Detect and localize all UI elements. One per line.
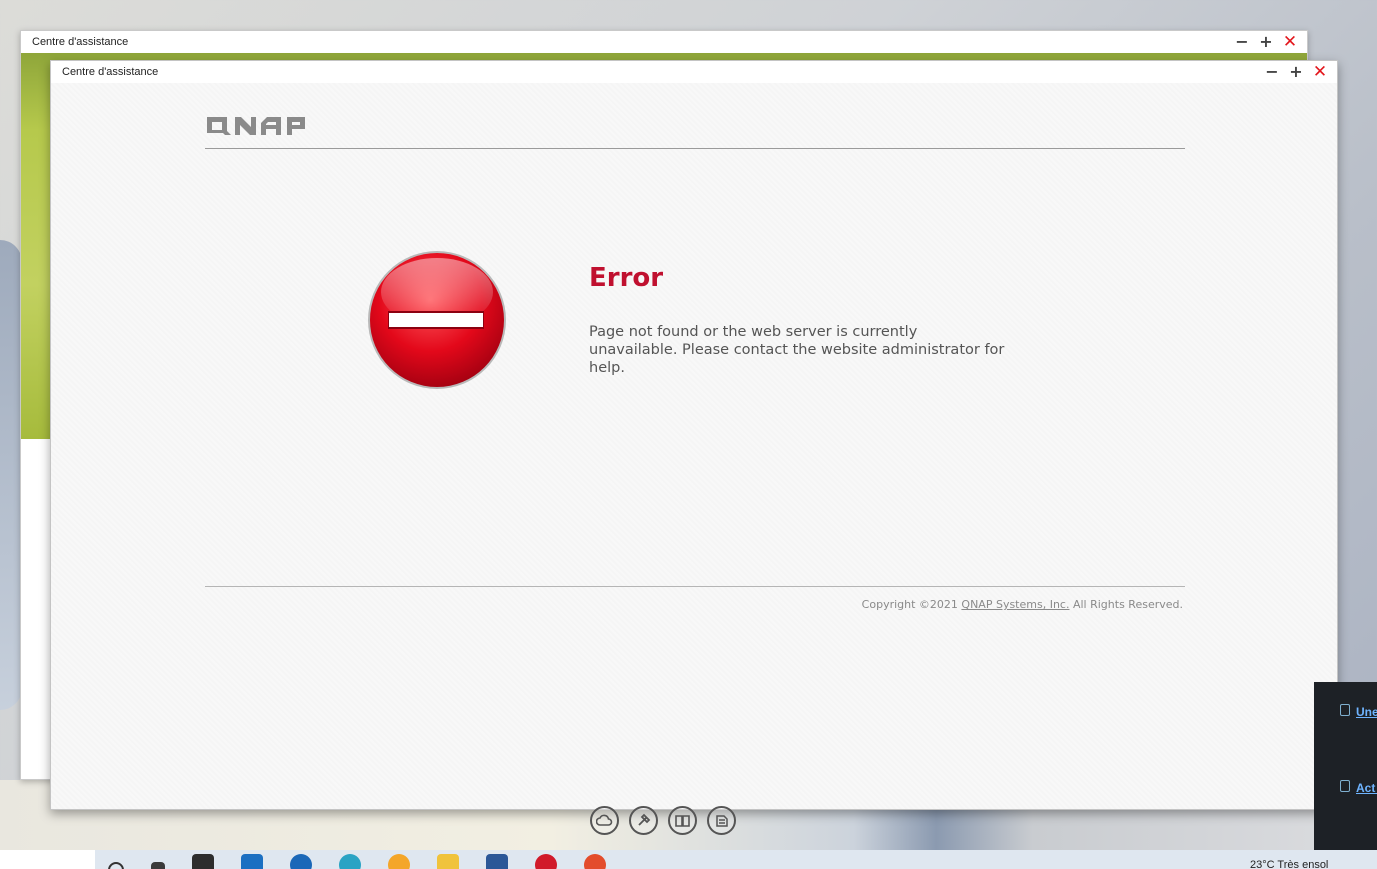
minimize-button[interactable]: − xyxy=(1233,33,1251,51)
copyright-suffix: All Rights Reserved. xyxy=(1069,598,1183,611)
mail-icon[interactable] xyxy=(241,854,263,869)
header-divider xyxy=(205,148,1185,149)
stop-error-icon xyxy=(368,251,506,389)
error-message: Page not found or the web server is curr… xyxy=(589,324,1005,376)
title-bar[interactable]: Centre d'assistance − + ✕ xyxy=(21,31,1307,53)
search-icon[interactable] xyxy=(108,862,124,869)
notes-icon[interactable] xyxy=(707,806,736,835)
notification-item[interactable]: Act ajo cor xyxy=(1340,780,1377,796)
window-title: Centre d'assistance xyxy=(62,66,159,78)
notification-icon xyxy=(1340,704,1350,716)
title-bar[interactable]: Centre d'assistance − + ✕ xyxy=(51,61,1337,83)
copyright-prefix: Copyright ©2021 xyxy=(861,598,962,611)
edge-icon[interactable] xyxy=(339,854,361,869)
notification-icon xyxy=(1340,780,1350,792)
close-button[interactable]: ✕ xyxy=(1281,33,1299,51)
taskbar-icons xyxy=(108,854,606,869)
close-button[interactable]: ✕ xyxy=(1311,63,1329,81)
weather-text[interactable]: 23°C Très ensol xyxy=(1250,859,1328,869)
photos-icon[interactable] xyxy=(388,854,410,869)
taskbar-search-box[interactable] xyxy=(0,850,95,869)
qnap-logo xyxy=(207,117,305,135)
briefcase-icon[interactable] xyxy=(192,854,214,869)
notification-text[interactable]: Act ajo cor xyxy=(1356,780,1377,796)
cloud-icon[interactable] xyxy=(590,806,619,835)
window-controls: − + ✕ xyxy=(1233,33,1299,51)
task-view-icon[interactable] xyxy=(151,862,165,869)
minimize-button[interactable]: − xyxy=(1263,63,1281,81)
word-icon[interactable] xyxy=(486,854,508,869)
window-title: Centre d'assistance xyxy=(32,36,129,48)
window-front[interactable]: Centre d'assistance − + ✕ Error Page not… xyxy=(50,60,1338,810)
footer-divider xyxy=(205,586,1185,587)
notification-item[interactable]: Une dis xyxy=(1340,704,1377,720)
notification-panel: Une dis Act ajo cor xyxy=(1314,682,1377,850)
notification-text[interactable]: Une dis xyxy=(1356,704,1377,720)
error-title: Error xyxy=(589,263,664,293)
maximize-button[interactable]: + xyxy=(1287,63,1305,81)
dock xyxy=(590,806,736,835)
chrome-icon[interactable] xyxy=(584,854,606,869)
opera-icon[interactable] xyxy=(535,854,557,869)
folder-icon[interactable] xyxy=(437,854,459,869)
taskbar: 23°C Très ensol xyxy=(0,850,1377,869)
maximize-button[interactable]: + xyxy=(1257,33,1275,51)
desktop-background-shape xyxy=(0,240,22,710)
book-icon[interactable] xyxy=(668,806,697,835)
copyright-text: Copyright ©2021 QNAP Systems, Inc. All R… xyxy=(862,598,1183,611)
edge-legacy-icon[interactable] xyxy=(290,854,312,869)
tools-icon[interactable] xyxy=(629,806,658,835)
window-controls: − + ✕ xyxy=(1263,63,1329,81)
error-page: Error Page not found or the web server i… xyxy=(51,83,1337,809)
qnap-systems-link[interactable]: QNAP Systems, Inc. xyxy=(961,598,1069,611)
